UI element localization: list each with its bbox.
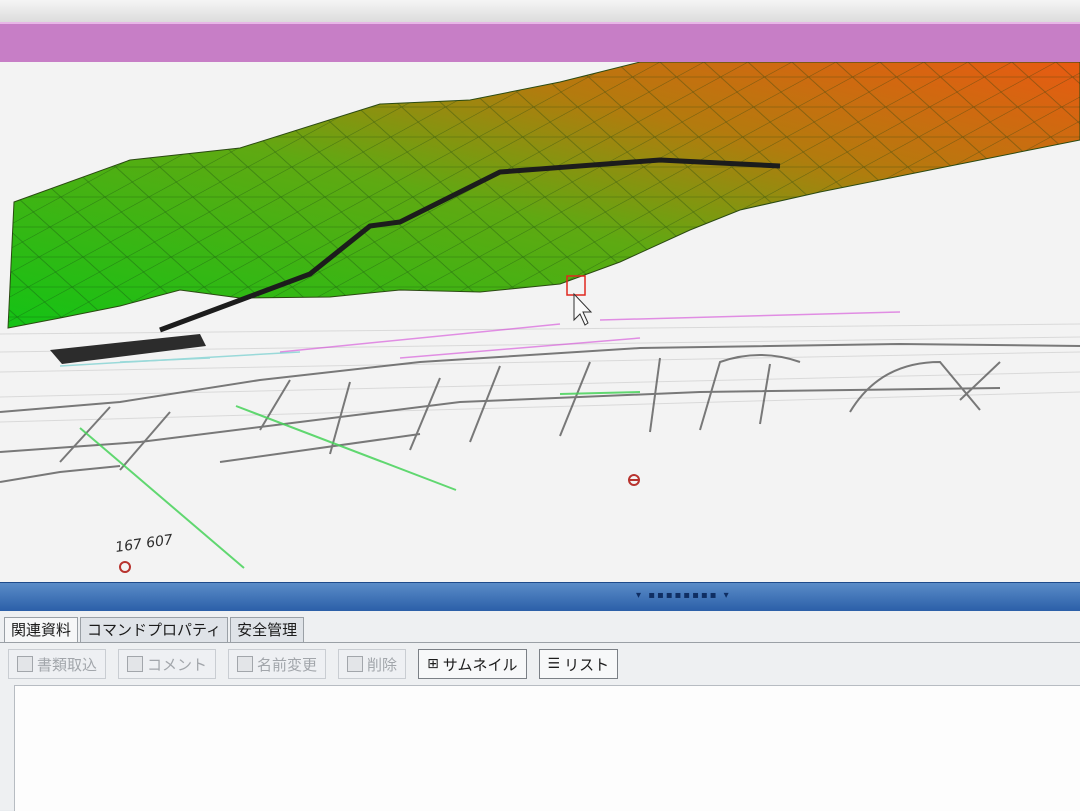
3d-scene: 167 607 [0, 62, 1080, 582]
rename-label: 名前変更 [257, 655, 318, 674]
view-header-strip [0, 22, 1080, 64]
tab-safety-management[interactable]: 安全管理 [230, 617, 305, 642]
delete-icon [347, 656, 364, 672]
rename-icon [237, 656, 254, 672]
thumbnail-grid-icon: ⊞ [427, 656, 439, 672]
tab-underline [0, 642, 1080, 643]
thumbnail-view-button[interactable]: ⊞ サムネイル [418, 649, 527, 679]
import-document-icon [17, 656, 33, 672]
tab-command-properties[interactable]: コマンドプロパティ [80, 617, 229, 642]
delete-label: 削除 [367, 655, 398, 674]
document-list-area[interactable] [14, 685, 1080, 811]
panel-splitter[interactable]: ▾ ▪▪▪▪▪▪▪▪ ▾ [0, 582, 1080, 612]
panel-tabs: 関連資料 コマンドプロパティ 安全管理 [4, 617, 306, 643]
delete-button[interactable]: 削除 [338, 649, 407, 679]
rename-button[interactable]: 名前変更 [228, 649, 327, 679]
3d-viewport[interactable]: 167 607 [0, 62, 1080, 582]
import-document-button[interactable]: 書類取込 [8, 649, 107, 679]
list-icon: ☰ [547, 656, 561, 672]
comment-button[interactable]: コメント [118, 649, 217, 679]
tab-related-documents[interactable]: 関連資料 [4, 617, 79, 642]
document-toolbar: 書類取込 コメント 名前変更 削除 ⊞ サムネイル ☰ リスト [8, 649, 630, 679]
comment-icon [127, 656, 144, 672]
comment-label: コメント [147, 655, 208, 674]
window-top-bar [0, 0, 1080, 23]
import-document-label: 書類取込 [37, 655, 98, 674]
bottom-panel: 関連資料 コマンドプロパティ 安全管理 書類取込 コメント 名前変更 削除 ⊞ … [0, 611, 1080, 811]
thumbnail-label: サムネイル [442, 655, 518, 674]
list-view-button[interactable]: ☰ リスト [538, 649, 619, 679]
splitter-grip-icon[interactable]: ▾ ▪▪▪▪▪▪▪▪ ▾ [636, 590, 731, 601]
list-label: リスト [564, 655, 610, 674]
